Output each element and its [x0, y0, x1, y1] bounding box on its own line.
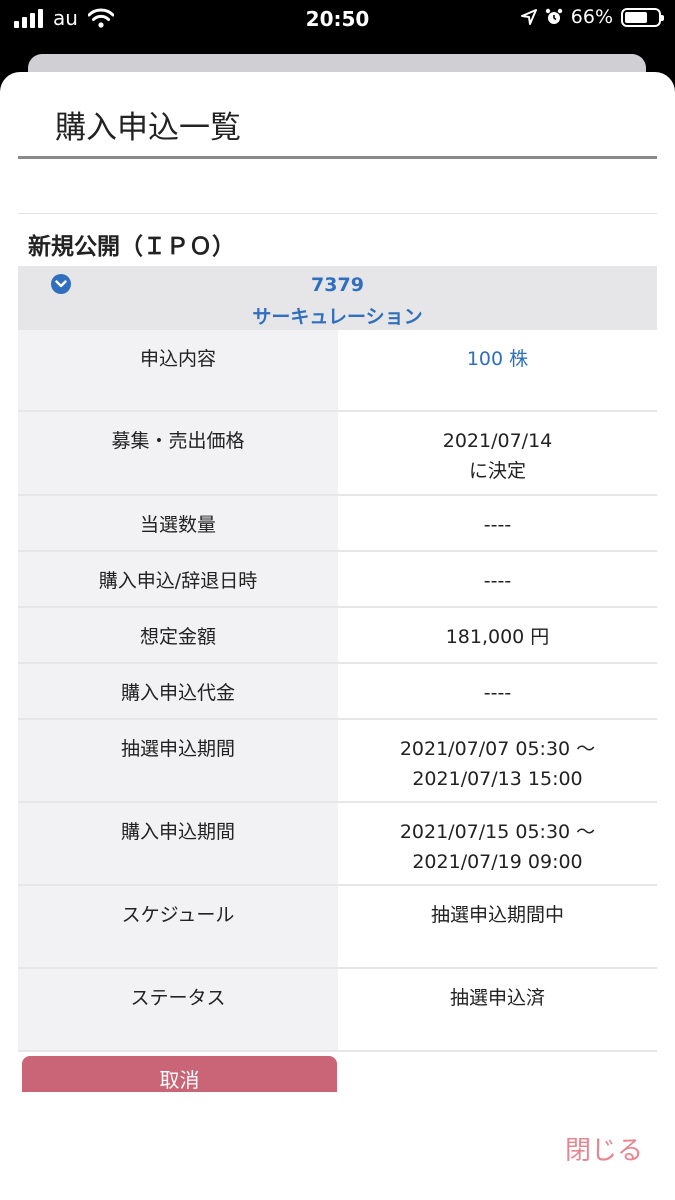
row-value: ----: [483, 570, 512, 592]
row-label: ステータス: [18, 969, 338, 1050]
table-row: 当選数量 ----: [18, 496, 657, 552]
row-value-line2: 2021/07/13 15:00: [412, 768, 583, 790]
page-title: 購入申込一覧: [55, 110, 241, 146]
row-label: 購入申込代金: [18, 664, 338, 718]
table-row: スケジュール 抽選申込期間中: [18, 886, 657, 969]
detail-table: 申込内容 100 株募集・売出価格 2021/07/14 に決定 当選数量 ---- 購入申…: [18, 330, 657, 1052]
table-row: ステータス 抽選申込済: [18, 969, 657, 1052]
status-bar: au 20:50 66%: [0, 0, 675, 40]
row-label: 当選数量: [18, 496, 338, 550]
stock-name[interactable]: サーキュレーション: [18, 302, 657, 329]
row-value-cell: 181,000 円: [338, 608, 657, 662]
stock-code[interactable]: 7379: [18, 274, 657, 296]
purchase-application-sheet: 購入申込一覧 新規公開（ＩＰＯ） 7379 サーキュレーション 申込内容 100 …: [0, 72, 675, 1200]
row-value: ----: [483, 514, 512, 536]
row-value: 2021/07/07 05:30 〜: [399, 738, 596, 760]
stock-header[interactable]: 7379 サーキュレーション: [18, 266, 657, 330]
cancel-button[interactable]: 取消: [22, 1056, 337, 1096]
row-label: 購入申込期間: [18, 803, 338, 884]
row-value-cell: ----: [338, 552, 657, 606]
row-value: 181,000 円: [445, 626, 550, 648]
battery-icon: [621, 7, 664, 27]
row-label: 申込内容: [18, 330, 338, 410]
alarm-icon: [545, 8, 562, 24]
row-value: ----: [483, 682, 512, 704]
divider: [18, 213, 657, 214]
section-heading: 新規公開（ＩＰＯ）: [28, 234, 235, 260]
title-divider: [18, 156, 657, 159]
table-row: 購入申込/辞退日時 ----: [18, 552, 657, 608]
table-row: 購入申込期間 2021/07/15 05:30 〜 2021/07/19 09:00: [18, 803, 657, 886]
row-value: 抽選申込期間中: [430, 904, 564, 926]
row-value-cell: 抽選申込済: [338, 969, 657, 1050]
row-value-cell: ----: [338, 664, 657, 718]
row-value-line2: 2021/07/19 09:00: [412, 851, 583, 873]
row-value-cell: 2021/07/15 05:30 〜 2021/07/19 09:00: [338, 803, 657, 884]
battery-percent: 66%: [570, 6, 613, 28]
location-arrow-icon: [520, 9, 537, 25]
row-label: 購入申込/辞退日時: [18, 552, 338, 606]
row-value-line2: に決定: [468, 460, 526, 482]
table-row: 募集・売出価格 2021/07/14 に決定: [18, 412, 657, 496]
table-row: 想定金額 181,000 円: [18, 608, 657, 664]
row-value-cell: 2021/07/14 に決定: [338, 412, 657, 494]
row-value: 抽選申込済: [449, 987, 545, 1009]
table-row: 購入申込代金 ----: [18, 664, 657, 720]
row-value: 100 株: [466, 348, 529, 370]
row-value: 2021/07/15 05:30 〜: [399, 821, 596, 843]
table-row: 抽選申込期間 2021/07/07 05:30 〜 2021/07/13 15:00: [18, 720, 657, 803]
row-label: スケジュール: [18, 886, 338, 967]
row-value-cell: 抽選申込期間中: [338, 886, 657, 967]
status-right: 66%: [520, 6, 664, 28]
row-label: 募集・売出価格: [18, 412, 338, 494]
row-value-cell: ----: [338, 496, 657, 550]
row-value-cell: 100 株: [338, 330, 657, 410]
table-row: 申込内容 100 株: [18, 330, 657, 412]
row-label: 想定金額: [18, 608, 338, 662]
row-value-cell: 2021/07/07 05:30 〜 2021/07/13 15:00: [338, 720, 657, 801]
close-button[interactable]: 閉じる: [565, 1130, 643, 1167]
row-label: 抽選申込期間: [18, 720, 338, 801]
row-value: 2021/07/14: [442, 430, 553, 452]
